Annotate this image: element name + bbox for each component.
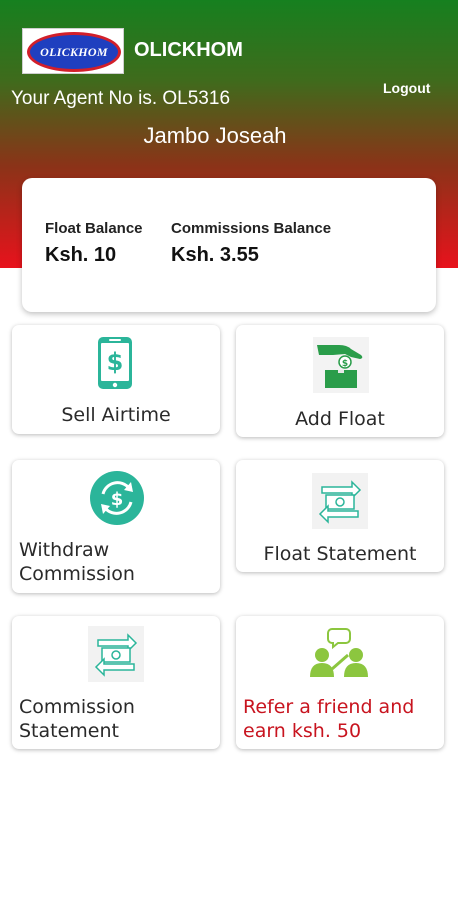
commissions-balance-label: Commissions Balance — [171, 220, 332, 237]
svg-text:$: $ — [107, 348, 124, 376]
agent-number: Your Agent No is. OL5316 — [11, 88, 231, 109]
money-transfer-icon — [88, 626, 144, 682]
refer-friend-label-line1: Refer a friend and — [243, 696, 415, 718]
add-float-label: Add Float — [295, 408, 385, 430]
hand-dropping-money-icon: $ — [313, 337, 369, 393]
svg-text:$: $ — [342, 359, 348, 369]
commission-statement-tile[interactable]: Commission Statement — [12, 616, 220, 749]
float-balance-value: Ksh. 10 — [45, 244, 117, 266]
logout-button[interactable]: Logout — [383, 80, 430, 96]
withdraw-commission-tile[interactable]: $ Withdraw Commission — [12, 460, 220, 593]
sell-airtime-label: Sell Airtime — [61, 404, 171, 426]
agent-name: Jambo Joseah — [143, 123, 287, 148]
refer-friend-tile[interactable]: Refer a friend and earn ksh. 50 — [236, 616, 444, 749]
withdraw-commission-label-line2: Commission — [19, 563, 135, 585]
commissions-balance-value: Ksh. 3.55 — [171, 244, 259, 266]
balance-card: Float Balance Ksh. 10 Commissions Balanc… — [22, 178, 436, 312]
phone-dollar-icon: $ — [98, 337, 132, 389]
logo-badge: OLICKHOM — [27, 32, 121, 72]
svg-text:$: $ — [111, 489, 124, 510]
withdraw-commission-label-line1: Withdraw — [19, 539, 110, 561]
float-statement-label: Float Statement — [263, 543, 417, 565]
commission-statement-label: Commission Statement — [19, 695, 135, 743]
app-title: OLICKHOM — [134, 39, 243, 61]
float-balance-label: Float Balance — [45, 220, 143, 237]
commission-statement-label-line2: Statement — [19, 720, 119, 742]
withdraw-commission-label: Withdraw Commission — [19, 538, 135, 586]
sell-airtime-tile[interactable]: $ Sell Airtime — [12, 325, 220, 434]
company-logo: OLICKHOM — [22, 28, 124, 74]
logo-text: OLICKHOM — [40, 44, 108, 59]
commission-statement-label-line1: Commission — [19, 696, 135, 718]
refer-friend-label-line2: earn ksh. 50 — [243, 720, 362, 742]
add-float-tile[interactable]: $ Add Float — [236, 325, 444, 437]
float-statement-tile[interactable]: Float Statement — [236, 460, 444, 572]
people-chat-icon — [310, 628, 368, 677]
money-transfer-icon — [312, 473, 368, 529]
dollar-cycle-icon: $ — [90, 471, 144, 525]
refer-friend-label: Refer a friend and earn ksh. 50 — [243, 695, 414, 743]
